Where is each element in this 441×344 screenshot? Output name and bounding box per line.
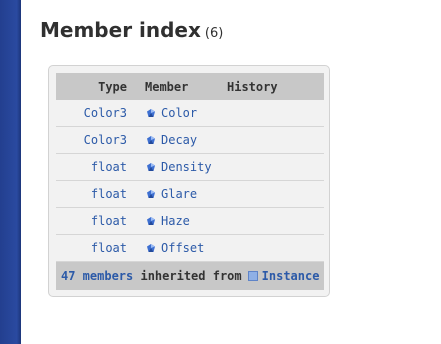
member-type-link[interactable]: float	[56, 153, 135, 181]
table-row: float Glare	[56, 180, 324, 208]
member-name-link[interactable]: Glare	[161, 187, 197, 201]
member-cell: Offset	[135, 234, 227, 262]
member-type-link[interactable]: Color3	[56, 126, 135, 154]
history-cell	[227, 153, 324, 181]
table-row: float Offset	[56, 234, 324, 262]
member-cell: Density	[135, 153, 227, 181]
history-cell	[227, 234, 324, 262]
column-header-history: History	[227, 73, 324, 100]
column-header-member: Member	[135, 73, 227, 100]
member-name-link[interactable]: Density	[161, 160, 212, 174]
member-count: (6)	[204, 26, 224, 41]
table-row: float Density	[56, 153, 324, 181]
property-gem-icon	[147, 136, 155, 145]
page-title: Member index (6)	[40, 18, 223, 42]
left-sidebar-strip	[0, 0, 21, 344]
inherited-members-link[interactable]: 47 members	[61, 269, 133, 283]
table-header-row: Type Member History	[56, 73, 324, 100]
member-index-table: Type Member History Color3 Color Color3 …	[56, 73, 324, 290]
member-name-link[interactable]: Offset	[161, 241, 204, 255]
member-index-panel: Type Member History Color3 Color Color3 …	[48, 65, 330, 297]
history-cell	[227, 100, 324, 127]
inherited-footer-row: 47 members inherited from Instance	[56, 261, 324, 290]
instance-class-link[interactable]: Instance	[262, 269, 320, 283]
instance-class-icon	[247, 271, 258, 281]
member-type-link[interactable]: float	[56, 180, 135, 208]
member-type-link[interactable]: float	[56, 234, 135, 262]
inherited-from-text: inherited from	[140, 269, 242, 283]
member-cell: Haze	[135, 207, 227, 235]
inherited-footer: 47 members inherited from Instance	[56, 261, 324, 290]
property-gem-icon	[147, 163, 155, 172]
property-gem-icon	[147, 190, 155, 199]
table-row: Color3 Decay	[56, 126, 324, 154]
column-header-type: Type	[56, 73, 135, 100]
property-gem-icon	[147, 217, 155, 226]
history-cell	[227, 126, 324, 154]
property-gem-icon	[147, 109, 155, 118]
property-gem-icon	[147, 244, 155, 253]
table-row: float Haze	[56, 207, 324, 235]
history-cell	[227, 207, 324, 235]
member-cell: Decay	[135, 126, 227, 154]
member-name-link[interactable]: Color	[161, 106, 197, 120]
member-name-link[interactable]: Decay	[161, 133, 197, 147]
member-cell: Color	[135, 100, 227, 127]
member-type-link[interactable]: Color3	[56, 100, 135, 127]
member-name-link[interactable]: Haze	[161, 214, 190, 228]
member-type-link[interactable]: float	[56, 207, 135, 235]
history-cell	[227, 180, 324, 208]
member-cell: Glare	[135, 180, 227, 208]
page-title-text: Member index	[40, 18, 201, 42]
table-row: Color3 Color	[56, 100, 324, 127]
